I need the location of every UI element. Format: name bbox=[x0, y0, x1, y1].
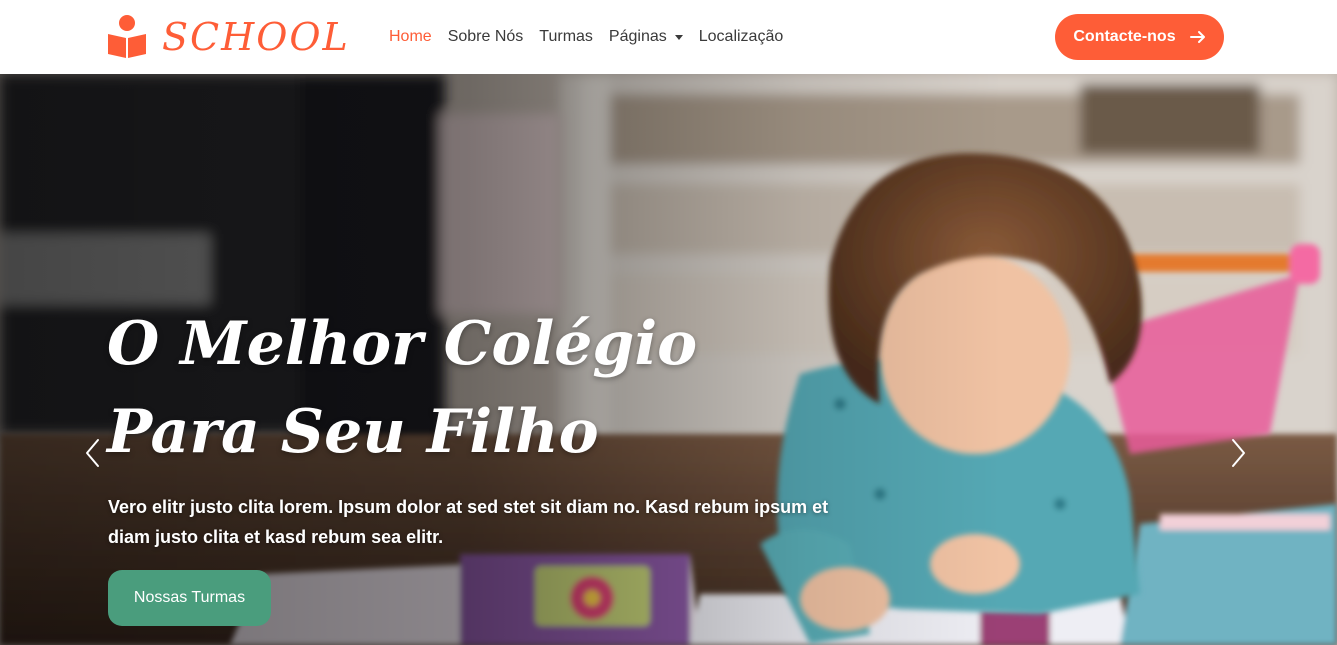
nav-item-sobre-nos[interactable]: Sobre Nós bbox=[448, 24, 524, 50]
nav-item-label: Sobre Nós bbox=[447, 28, 524, 45]
our-classes-button[interactable]: Nossas Turmas bbox=[108, 570, 271, 626]
arrow-right-icon bbox=[1189, 31, 1205, 43]
main-nav: Home Sobre Nós Turmas Páginas Localizaçã… bbox=[389, 24, 799, 50]
carousel-prev-button[interactable] bbox=[80, 436, 104, 470]
brand-logo[interactable]: SCHOOL bbox=[106, 14, 350, 60]
carousel-next-button[interactable] bbox=[1227, 436, 1251, 470]
hero-description: Vero elitr justo clita lorem. Ipsum dolo… bbox=[108, 497, 829, 547]
nav-item-label: Localização bbox=[698, 28, 784, 45]
nav-item-turmas[interactable]: Turmas bbox=[539, 24, 593, 50]
navbar: SCHOOL Home Sobre Nós Turmas Páginas Loc… bbox=[0, 0, 1337, 74]
nav-item-label: Páginas bbox=[608, 28, 667, 45]
hero-title: O Melhor Colégio Para Seu Filho bbox=[107, 309, 698, 467]
hero-carousel: O Melhor Colégio Para Seu Filho Vero eli… bbox=[0, 74, 1337, 645]
caret-down-icon bbox=[674, 34, 683, 40]
nav-item-home[interactable]: Home bbox=[389, 24, 432, 50]
nav-item-localizacao[interactable]: Localização bbox=[699, 24, 784, 50]
nav-item-paginas-dropdown[interactable]: Páginas bbox=[609, 24, 683, 50]
our-classes-button-label: Nossas Turmas bbox=[133, 589, 246, 606]
brand-name: SCHOOL bbox=[162, 15, 350, 59]
book-reader-icon bbox=[108, 15, 146, 58]
nav-item-label: Home bbox=[389, 28, 432, 45]
chevron-right-icon bbox=[1232, 439, 1245, 467]
contact-button[interactable]: Contacte-nos bbox=[1055, 14, 1224, 60]
chevron-left-icon bbox=[86, 439, 99, 467]
nav-item-label: Turmas bbox=[539, 28, 593, 45]
contact-button-label: Contacte-nos bbox=[1073, 28, 1176, 45]
